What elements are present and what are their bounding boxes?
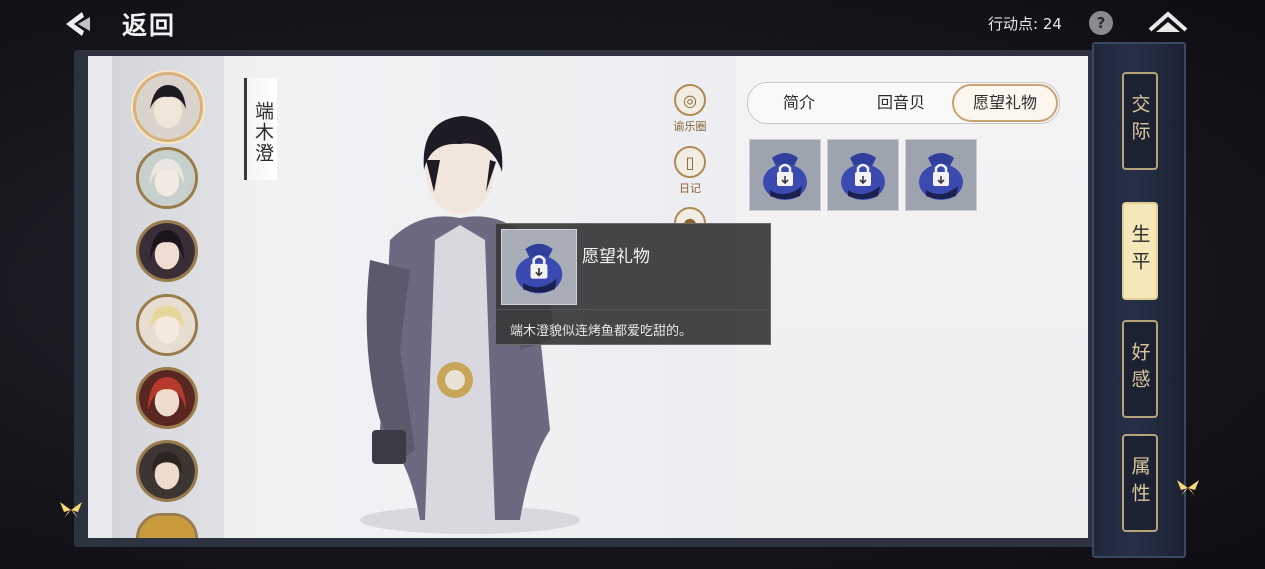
tab-intro[interactable]: 简介 xyxy=(748,84,850,122)
avatar-portrait xyxy=(139,223,195,279)
gift-slot[interactable] xyxy=(827,139,899,211)
right-page xyxy=(736,56,1088,538)
tooltip-divider xyxy=(496,309,770,310)
spine-tab-affection[interactable]: 好感 xyxy=(1122,320,1158,418)
back-button[interactable]: 返回 xyxy=(62,6,192,42)
butterfly-icon xyxy=(60,502,82,518)
back-arrow-icon xyxy=(66,12,90,36)
avatar-portrait xyxy=(136,75,200,139)
avatar-item[interactable] xyxy=(136,220,198,282)
locked-gift-bag-icon xyxy=(763,153,807,200)
diary-button[interactable]: ▯ 日记 xyxy=(672,146,708,196)
avatar-portrait xyxy=(139,297,195,353)
avatar-portrait xyxy=(139,443,195,499)
spine-tab-biography[interactable]: 生平 xyxy=(1122,202,1158,300)
home-icon[interactable] xyxy=(1146,8,1190,36)
avatar-item[interactable] xyxy=(136,147,198,209)
spine-tab-social[interactable]: 交际 xyxy=(1122,72,1158,170)
avatar-duanmu-cheng[interactable] xyxy=(133,72,203,142)
avatar-item[interactable] xyxy=(136,294,198,356)
people-icon: ● xyxy=(674,207,706,223)
people-button[interactable]: ● xyxy=(672,207,708,223)
diary-icon: ▯ xyxy=(674,146,706,178)
character-name: 端木澄 xyxy=(244,78,277,180)
music-circle-button[interactable]: ◎ 谕乐圈 xyxy=(672,84,708,134)
music-circle-label: 谕乐圈 xyxy=(673,120,707,133)
back-label: 返回 xyxy=(122,11,177,40)
tab-echo-shell[interactable]: 回音贝 xyxy=(850,84,952,122)
gift-slot[interactable] xyxy=(749,139,821,211)
avatar-item[interactable] xyxy=(136,440,198,502)
gift-tooltip: 愿望礼物 端木澄貌似连烤鱼都爱吃甜的。 xyxy=(495,223,771,345)
tooltip-title: 愿望礼物 xyxy=(582,247,650,267)
avatar-portrait xyxy=(139,516,195,538)
locked-gift-bag-icon xyxy=(919,153,963,200)
help-button[interactable]: ? xyxy=(1089,11,1113,35)
spine-tab-attributes[interactable]: 属性 xyxy=(1122,434,1158,532)
gift-slot[interactable] xyxy=(905,139,977,211)
locked-gift-bag-icon xyxy=(841,153,885,200)
action-points-label: 行动点: 24 xyxy=(988,15,1062,33)
music-circle-icon: ◎ xyxy=(674,84,706,116)
diary-label: 日记 xyxy=(679,182,701,195)
locked-gift-bag-icon xyxy=(515,243,563,294)
avatar-portrait xyxy=(139,150,195,206)
tab-wish-gift[interactable]: 愿望礼物 xyxy=(952,84,1058,122)
avatar-item[interactable] xyxy=(136,367,198,429)
avatar-portrait xyxy=(139,370,195,426)
profile-tabs: 简介 回音贝 愿望礼物 xyxy=(747,82,1060,124)
butterfly-icon xyxy=(1177,480,1199,496)
tooltip-icon-box xyxy=(501,229,577,305)
top-bar: 返回 行动点: 24 ? xyxy=(0,0,1265,50)
tooltip-description: 端木澄貌似连烤鱼都爱吃甜的。 xyxy=(510,324,693,339)
